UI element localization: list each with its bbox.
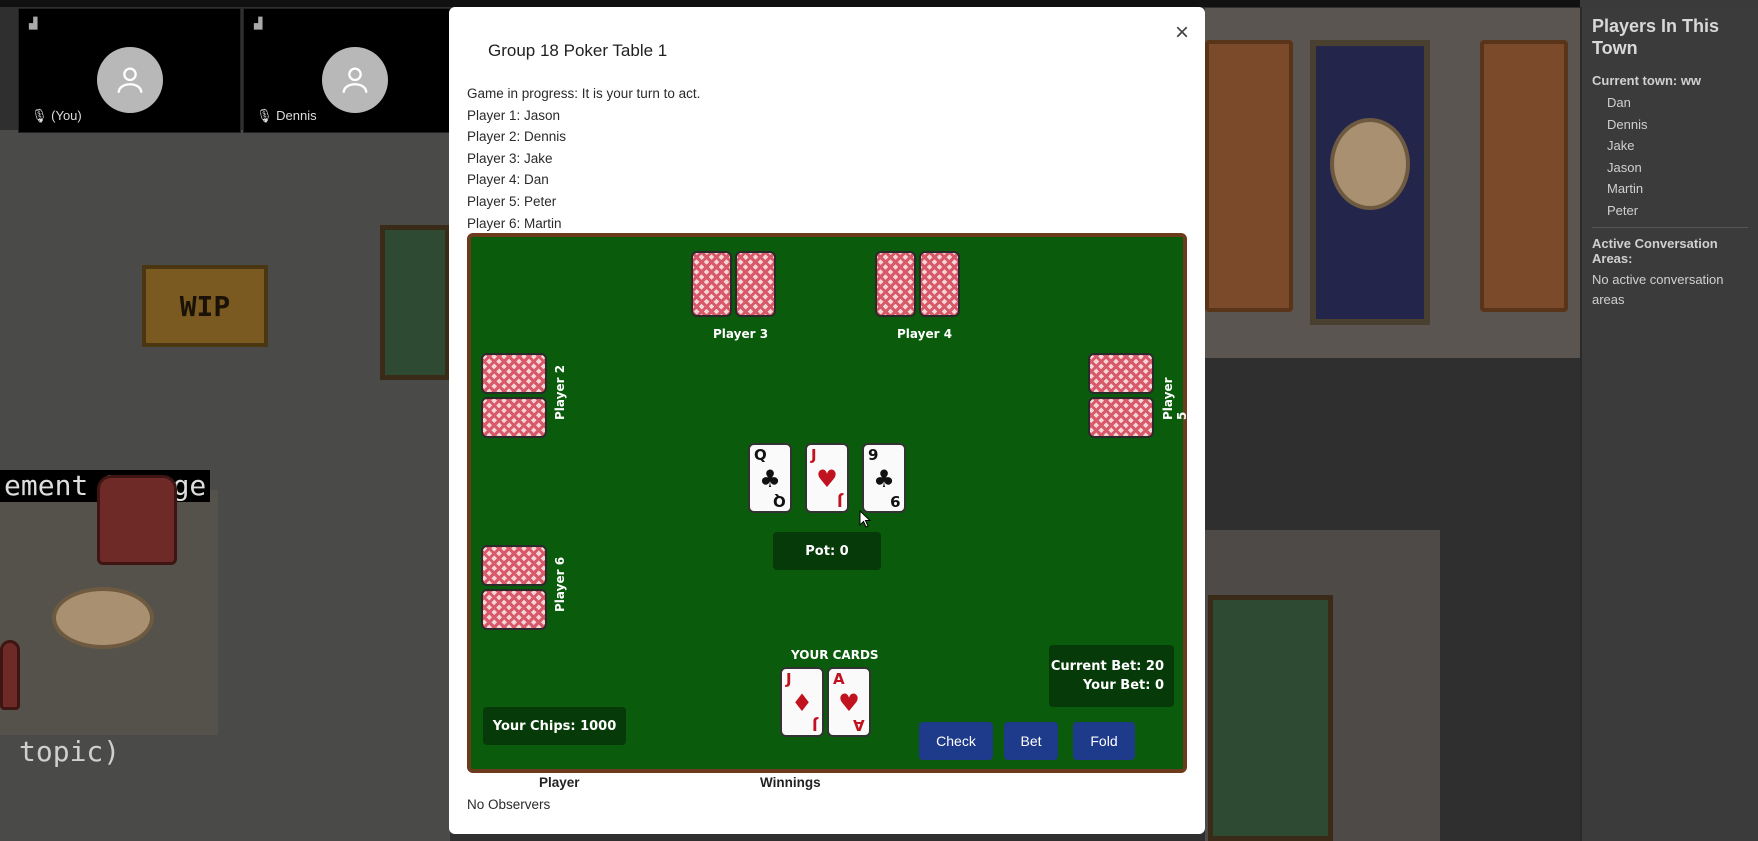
close-icon[interactable]: × bbox=[1175, 19, 1189, 47]
arcade-machine bbox=[380, 225, 450, 380]
your-bet: Your Bet: 0 bbox=[1082, 678, 1164, 693]
card-back bbox=[1088, 397, 1154, 438]
card-back bbox=[481, 397, 547, 438]
avatar bbox=[97, 47, 163, 113]
seat-label-player-4: Player 4 bbox=[897, 327, 953, 341]
player-list-item: Martin bbox=[1607, 181, 1644, 196]
user-icon bbox=[342, 67, 368, 93]
player-line: Player 4: Dan bbox=[467, 172, 549, 188]
card-back bbox=[691, 251, 732, 317]
card-back bbox=[735, 251, 776, 317]
active-areas-heading: Active Conversation Areas: bbox=[1592, 236, 1718, 266]
player-line: Player 1: Jason bbox=[467, 107, 561, 123]
card-back bbox=[481, 545, 547, 586]
mic-icon: 🎙︎ bbox=[256, 108, 273, 123]
sidebar-title: Players In This Town bbox=[1592, 16, 1720, 58]
seat-label-player-2: Player 2 bbox=[553, 364, 567, 420]
card-back bbox=[481, 353, 547, 394]
divider bbox=[1592, 227, 1748, 228]
winnings-column-header: Winnings bbox=[760, 775, 821, 790]
bar-table bbox=[1208, 595, 1333, 841]
sofa bbox=[1205, 40, 1293, 312]
active-areas-empty: No active conversation areas bbox=[1592, 272, 1724, 307]
video-tile-label: 🎙︎ Dennis bbox=[256, 108, 317, 123]
bet-info: Current Bet: 20 Your Bet: 0 bbox=[1049, 645, 1174, 707]
top-bar bbox=[0, 0, 1580, 7]
seat-label-player-6: Player 6 bbox=[553, 556, 567, 612]
topic-label: topic) bbox=[19, 735, 121, 768]
round-table bbox=[1330, 118, 1410, 210]
armchair bbox=[0, 640, 20, 710]
video-tile-you[interactable]: ▟ 🎙︎ (You) bbox=[18, 8, 241, 133]
players-sidebar: Players In This Town Current town: ww Da… bbox=[1580, 7, 1758, 841]
card-back bbox=[481, 589, 547, 630]
current-town: Current town: ww bbox=[1592, 73, 1702, 88]
community-card: Q ♣ Q bbox=[748, 443, 792, 513]
round-table bbox=[52, 587, 154, 649]
current-bet: Current Bet: 20 bbox=[1050, 659, 1164, 674]
player-list-item: Peter bbox=[1607, 202, 1639, 218]
player-line: Player 3: Jake bbox=[467, 150, 553, 166]
modal-title: Group 18 Poker Table 1 bbox=[488, 41, 668, 60]
user-icon bbox=[117, 67, 143, 93]
card-back bbox=[919, 251, 960, 317]
player-line: Player 5: Peter bbox=[467, 193, 557, 209]
player-column-header: Player bbox=[539, 775, 580, 790]
check-button[interactable]: Check bbox=[919, 722, 993, 760]
player-line: Player 2: Dennis bbox=[467, 129, 567, 145]
signal-icon: ▟ bbox=[254, 17, 263, 30]
avatar bbox=[322, 47, 388, 113]
community-card: J ♥ J bbox=[805, 443, 849, 513]
player-list-item: Dennis bbox=[1607, 116, 1648, 132]
bet-button[interactable]: Bet bbox=[1004, 722, 1058, 760]
game-status: Game in progress: It is your turn to act… bbox=[467, 86, 701, 101]
fold-button[interactable]: Fold bbox=[1073, 722, 1135, 760]
player-list-item: Jake bbox=[1607, 138, 1635, 153]
seat-label-player-3: Player 3 bbox=[713, 327, 769, 341]
wip-sign: WIP bbox=[142, 265, 268, 347]
seat-label-player-5: Player 5 bbox=[1161, 377, 1189, 420]
player-list: Dan Dennis Jake Jason Martin Peter bbox=[1592, 92, 1748, 221]
chip-count: Your Chips: 1000 bbox=[483, 707, 626, 745]
poker-table: Player 3 Player 4 Player 2 Player 5 Play… bbox=[467, 233, 1189, 773]
video-tile-label: 🎙︎ (You) bbox=[31, 108, 82, 123]
signal-icon: ▟ bbox=[29, 17, 38, 30]
card-back bbox=[1088, 353, 1154, 394]
your-card: A ♥ A bbox=[827, 667, 871, 737]
sofa bbox=[1480, 40, 1568, 312]
mic-icon: 🎙︎ bbox=[31, 108, 48, 123]
community-card: 9 ♣ 9 bbox=[862, 443, 906, 513]
video-tile-dennis[interactable]: ▟ 🎙︎ Dennis bbox=[243, 8, 466, 133]
your-cards-label: YOUR CARDS bbox=[791, 648, 879, 662]
player-list-item: Dan bbox=[1607, 95, 1631, 110]
your-card: J ♦ J bbox=[780, 667, 824, 737]
armchair bbox=[97, 475, 177, 565]
player-line: Player 6: Martin bbox=[467, 215, 562, 231]
poker-modal: Group 18 Poker Table 1 × Game in progres… bbox=[449, 7, 1205, 834]
game-info: Game in progress: It is your turn to act… bbox=[467, 83, 700, 234]
player-list-item: Jason bbox=[1607, 159, 1642, 175]
mouse-cursor-icon bbox=[859, 510, 871, 528]
pot-display: Pot: 0 bbox=[773, 532, 881, 570]
observers-text: No Observers bbox=[467, 797, 551, 812]
card-back bbox=[875, 251, 916, 317]
